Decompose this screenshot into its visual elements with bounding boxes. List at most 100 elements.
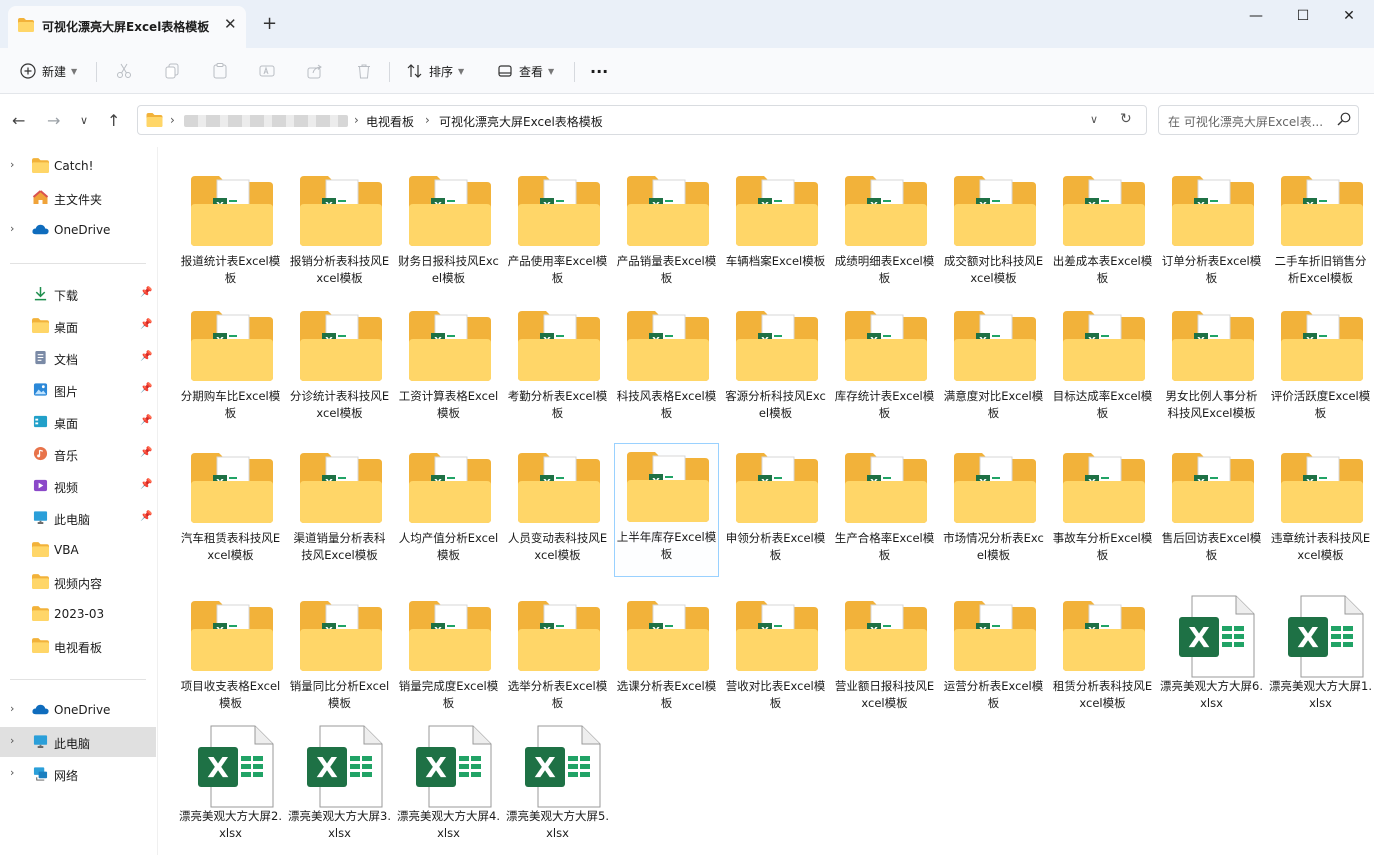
folder-item[interactable]: X 成交额对比科技风Excel模板	[941, 167, 1046, 301]
sidebar-item[interactable]: 桌面 📌	[0, 311, 156, 341]
search-icon[interactable]	[1337, 112, 1351, 126]
folder-item[interactable]: X 销量完成度Excel模板	[396, 592, 501, 726]
new-tab-button[interactable]: +	[262, 13, 277, 34]
more-options-button[interactable]: ···	[590, 58, 608, 84]
address-dropdown-icon[interactable]: ∨	[1090, 113, 1098, 126]
folder-item[interactable]: X 项目收支表格Excel模板	[178, 592, 283, 726]
folder-item[interactable]: X 男女比例人事分析科技风Excel模板	[1159, 302, 1264, 436]
sidebar-item[interactable]: › OneDrive	[0, 695, 156, 725]
folder-item[interactable]: X 营业额日报科技风Excel模板	[832, 592, 937, 726]
excel-file-item[interactable]: X 漂亮美观大方大屏4.xlsx	[396, 722, 501, 855]
chevron-right-icon[interactable]: ›	[10, 734, 14, 747]
sidebar-item[interactable]: 视频内容	[0, 567, 156, 597]
folder-item[interactable]: X 报销分析表科技风Excel模板	[287, 167, 392, 301]
folder-item[interactable]: X 人均产值分析Excel模板	[396, 444, 501, 578]
sidebar-item[interactable]: 桌面 📌	[0, 407, 156, 437]
back-arrow-icon[interactable]: ←	[12, 111, 25, 130]
refresh-icon[interactable]: ↻	[1120, 111, 1132, 127]
folder-item[interactable]: X 上半年库存Excel模板	[614, 443, 719, 577]
close-window-button[interactable]: ✕	[1329, 4, 1369, 28]
breadcrumb-item-current[interactable]: 可视化漂亮大屏Excel表格模板	[439, 113, 603, 130]
excel-file-item[interactable]: X 漂亮美观大方大屏6.xlsx	[1159, 592, 1264, 726]
search-box[interactable]: 在 可视化漂亮大屏Excel表...	[1158, 105, 1359, 135]
folder-item[interactable]: X 选举分析表Excel模板	[505, 592, 610, 726]
folder-item[interactable]: X 产品使用率Excel模板	[505, 167, 610, 301]
tab-close-button[interactable]: ✕	[224, 15, 237, 33]
chevron-right-icon[interactable]: ›	[10, 222, 14, 235]
folder-item[interactable]: X 分诊统计表科技风Excel模板	[287, 302, 392, 436]
sidebar-item[interactable]: › OneDrive	[0, 215, 156, 245]
folder-item[interactable]: X 选课分析表Excel模板	[614, 592, 719, 726]
address-bar[interactable]: › › 电视看板 › 可视化漂亮大屏Excel表格模板 ∨ ↻	[137, 105, 1147, 135]
folder-item[interactable]: X 满意度对比Excel模板	[941, 302, 1046, 436]
sidebar-item[interactable]: 电视看板	[0, 631, 156, 661]
excel-file-icon: X	[524, 725, 602, 809]
folder-item[interactable]: X 申领分析表Excel模板	[723, 444, 828, 578]
sidebar-item[interactable]: 图片 📌	[0, 375, 156, 405]
folder-item[interactable]: X 营收对比表Excel模板	[723, 592, 828, 726]
maximize-button[interactable]: ☐	[1283, 4, 1323, 28]
copy-button[interactable]	[164, 58, 180, 84]
paste-button[interactable]	[212, 58, 228, 84]
chevron-right-icon[interactable]: ›	[10, 702, 14, 715]
minimize-button[interactable]: —	[1236, 4, 1276, 28]
sort-button[interactable]: 排序 ▼	[407, 58, 464, 84]
sidebar-item[interactable]: 文档 📌	[0, 343, 156, 373]
folder-item[interactable]: X 市场情况分析表Excel模板	[941, 444, 1046, 578]
folder-item[interactable]: X 考勤分析表Excel模板	[505, 302, 610, 436]
breadcrumb-separator-icon: ›	[170, 113, 175, 127]
folder-item[interactable]: X 出差成本表Excel模板	[1050, 167, 1155, 301]
breadcrumb-item[interactable]: 电视看板	[366, 113, 414, 130]
chevron-right-icon[interactable]: ›	[10, 766, 14, 779]
excel-file-item[interactable]: X 漂亮美观大方大屏1.xlsx	[1268, 592, 1373, 726]
sidebar-item[interactable]: 2023-03	[0, 599, 156, 629]
excel-file-item[interactable]: X 漂亮美观大方大屏5.xlsx	[505, 722, 610, 855]
cut-button[interactable]	[116, 58, 132, 84]
sidebar-item[interactable]: 主文件夹	[0, 183, 156, 213]
sidebar-item[interactable]: › 网络	[0, 759, 156, 789]
excel-file-item[interactable]: X 漂亮美观大方大屏3.xlsx	[287, 722, 392, 855]
folder-item[interactable]: X 车辆档案Excel模板	[723, 167, 828, 301]
folder-item[interactable]: X 工资计算表格Excel模板	[396, 302, 501, 436]
sidebar-item[interactable]: 音乐 📌	[0, 439, 156, 469]
folder-item[interactable]: X 财务日报科技风Excel模板	[396, 167, 501, 301]
tab-current-folder[interactable]: 可视化漂亮大屏Excel表格模板 ✕	[8, 6, 246, 48]
folder-item[interactable]: X 成绩明细表Excel模板	[832, 167, 937, 301]
folder-item[interactable]: X 二手车折旧销售分析Excel模板	[1268, 167, 1373, 301]
folder-item[interactable]: X 库存统计表Excel模板	[832, 302, 937, 436]
delete-button[interactable]	[356, 58, 372, 84]
excel-file-item[interactable]: X 漂亮美观大方大屏2.xlsx	[178, 722, 283, 855]
new-button[interactable]: 新建 ▼	[20, 58, 77, 84]
sidebar-item[interactable]: 下载 📌	[0, 279, 156, 309]
recent-locations-chevron-icon[interactable]: ∨	[80, 114, 88, 127]
chevron-right-icon[interactable]: ›	[10, 158, 14, 171]
folder-item[interactable]: X 科技风表格Excel模板	[614, 302, 719, 436]
folder-item[interactable]: X 事故车分析Excel模板	[1050, 444, 1155, 578]
sidebar-item[interactable]: › Catch!	[0, 151, 156, 181]
view-button[interactable]: 查看 ▼	[497, 58, 554, 84]
folder-item[interactable]: X 订单分析表Excel模板	[1159, 167, 1264, 301]
sidebar-item[interactable]: VBA	[0, 535, 156, 565]
share-button[interactable]	[307, 58, 323, 84]
folder-item[interactable]: X 运营分析表Excel模板	[941, 592, 1046, 726]
folder-item[interactable]: X 租赁分析表科技风Excel模板	[1050, 592, 1155, 726]
folder-item[interactable]: X 分期购车比Excel模板	[178, 302, 283, 436]
up-arrow-icon[interactable]: ↑	[107, 111, 120, 130]
folder-item[interactable]: X 违章统计表科技风Excel模板	[1268, 444, 1373, 578]
folder-item[interactable]: X 评价活跃度Excel模板	[1268, 302, 1373, 436]
folder-item[interactable]: X 生产合格率Excel模板	[832, 444, 937, 578]
folder-item[interactable]: X 销量同比分析Excel模板	[287, 592, 392, 726]
folder-item[interactable]: X 渠道销量分析表科技风Excel模板	[287, 444, 392, 578]
folder-item[interactable]: X 目标达成率Excel模板	[1050, 302, 1155, 436]
folder-item[interactable]: X 汽车租赁表科技风Excel模板	[178, 444, 283, 578]
sidebar-item[interactable]: › 此电脑	[0, 727, 156, 757]
sidebar-item[interactable]: 此电脑 📌	[0, 503, 156, 533]
folder-item[interactable]: X 报道统计表Excel模板	[178, 167, 283, 301]
folder-item[interactable]: X 产品销量表Excel模板	[614, 167, 719, 301]
rename-button[interactable]	[259, 58, 275, 84]
folder-item[interactable]: X 客源分析科技风Excel模板	[723, 302, 828, 436]
sidebar-item[interactable]: 视频 📌	[0, 471, 156, 501]
forward-arrow-icon[interactable]: →	[47, 111, 60, 130]
folder-item[interactable]: X 人员变动表科技风Excel模板	[505, 444, 610, 578]
folder-item[interactable]: X 售后回访表Excel模板	[1159, 444, 1264, 578]
